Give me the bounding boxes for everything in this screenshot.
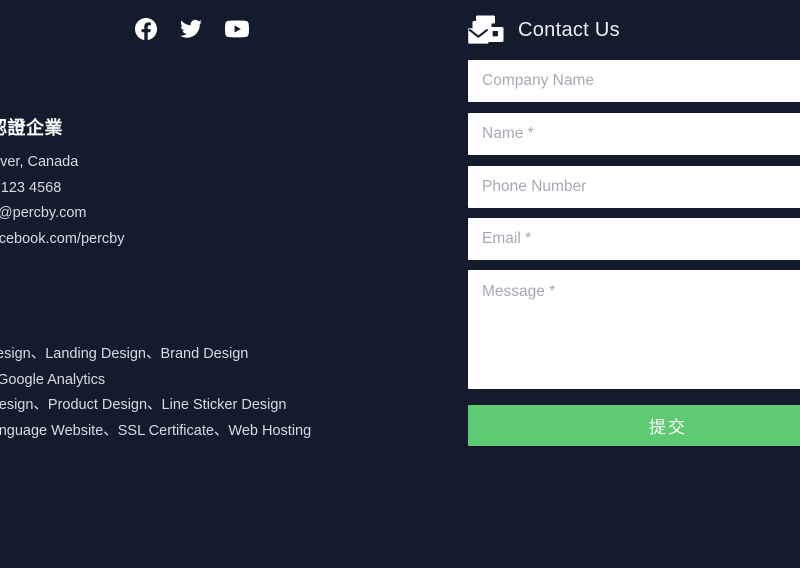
service-line: Multi-language Website、SSL Certificate、W… — [0, 422, 312, 439]
contact-line: www.facebook.com/percby — [0, 230, 125, 247]
company-heading: 登記認證企業 — [0, 118, 63, 138]
contact-line: Vancouver, Canada — [0, 154, 79, 170]
contact-line: service@percby.com — [0, 205, 87, 221]
bottom-navigation: 服務項目 作品展示 方案選項 / 報價 關於我們 — [0, 513, 800, 568]
company-contact-info: Vancouver, Canada +1 778 123 4568 servic… — [0, 150, 124, 252]
name-input[interactable] — [468, 113, 800, 155]
social-link-twitter[interactable] — [180, 18, 202, 40]
message-textarea[interactable] — [468, 270, 800, 389]
service-line: SEO、Google Analytics — [0, 371, 106, 388]
footer-info-column: 登記認證企業 Vancouver, Canada +1 778 123 4568… — [0, 0, 402, 510]
footer-section: 登記認證企業 Vancouver, Canada +1 778 123 4568… — [0, 0, 800, 568]
social-links — [135, 18, 249, 40]
contact-form-header: Contact Us — [468, 10, 620, 50]
contact-form-title: Contact Us — [518, 18, 620, 41]
services-list: Web Design、Landing Design、Brand Design S… — [0, 342, 311, 444]
twitter-icon — [180, 19, 202, 38]
facebook-icon — [135, 18, 157, 40]
company-name-input[interactable] — [468, 60, 800, 102]
social-link-facebook[interactable] — [135, 18, 157, 40]
email-input[interactable] — [468, 218, 800, 260]
service-line: Logo Design、Product Design、Line Sticker … — [0, 397, 287, 413]
contact-line: +1 778 123 4568 — [0, 179, 62, 196]
contact-form-panel: Contact Us 提交 — [468, 0, 800, 500]
social-link-youtube[interactable] — [225, 18, 249, 40]
service-line: Web Design、Landing Design、Brand Design — [0, 346, 249, 362]
youtube-icon — [225, 20, 249, 38]
submit-button[interactable]: 提交 — [468, 405, 800, 446]
phone-number-input[interactable] — [468, 166, 800, 208]
mail-bulk-icon — [468, 15, 504, 44]
